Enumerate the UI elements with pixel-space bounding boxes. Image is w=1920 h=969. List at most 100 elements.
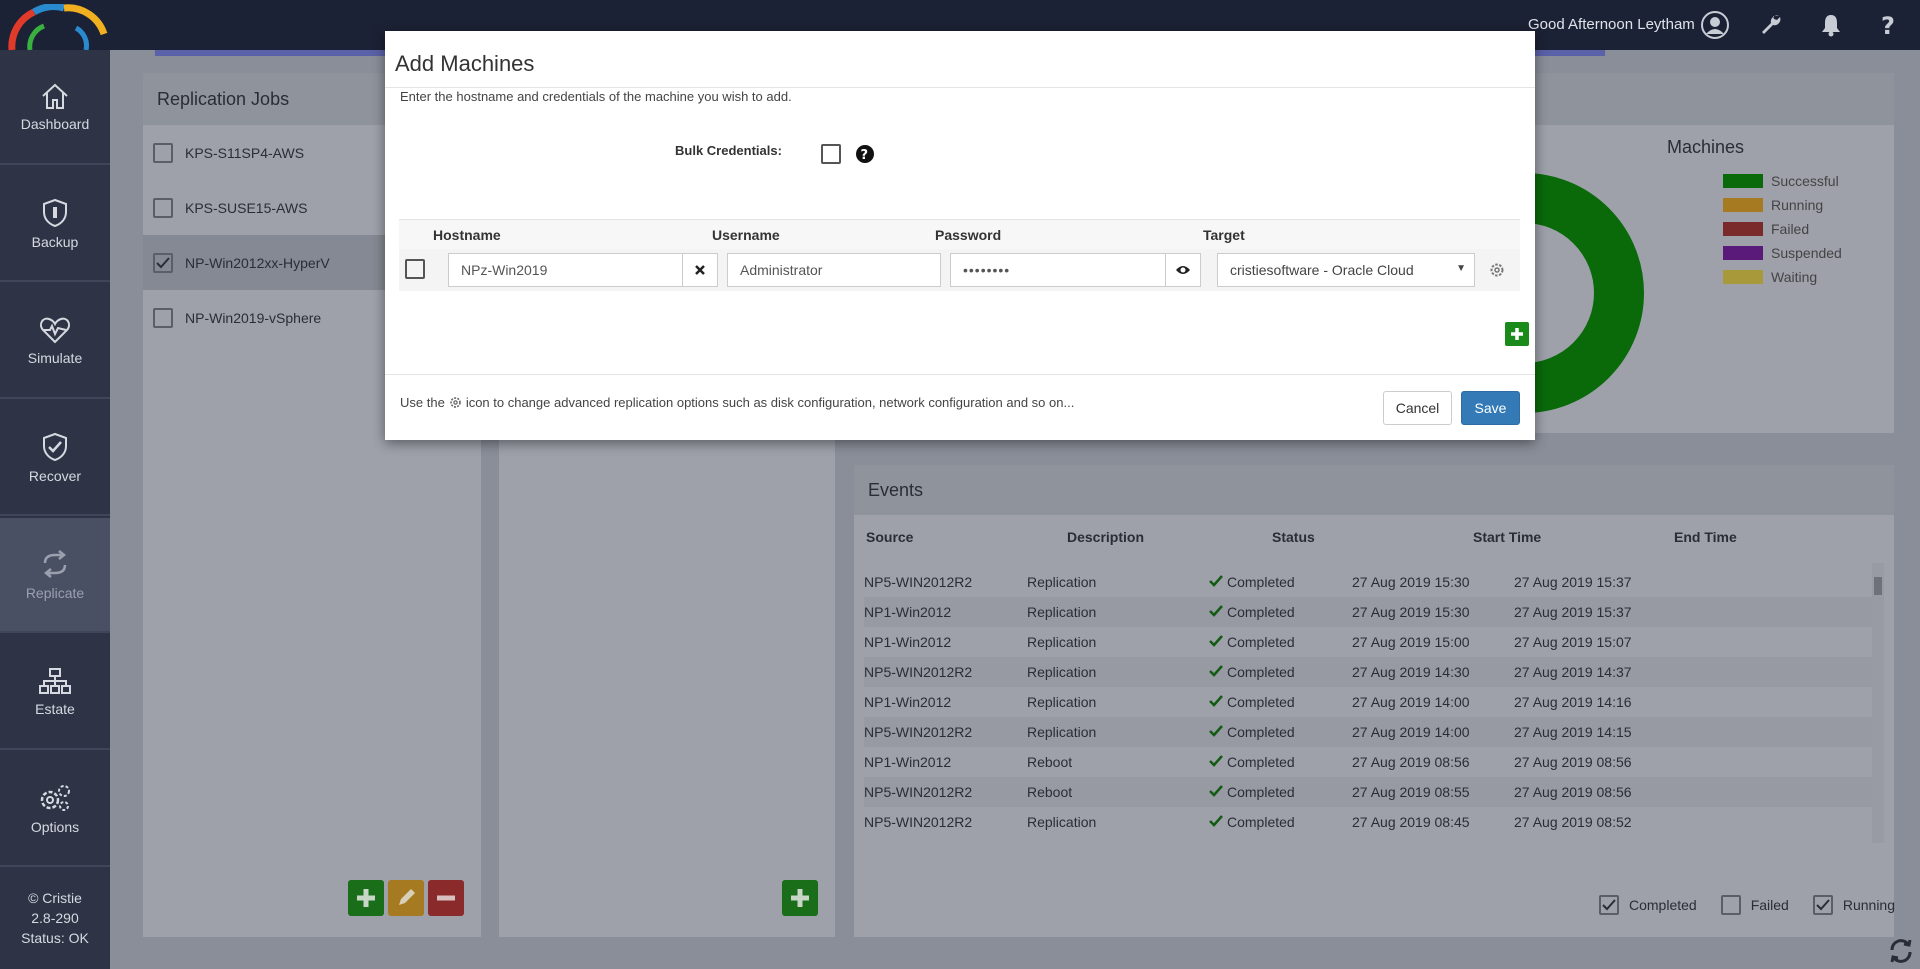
table-row[interactable]: NP1-Win2012 Replication Completed 27 Aug 20… xyxy=(864,627,1874,657)
column-header-description[interactable]: Description xyxy=(1067,529,1144,545)
check-icon xyxy=(1209,725,1223,737)
check-icon xyxy=(1816,899,1830,911)
check-icon xyxy=(1209,815,1223,827)
cell-status: Completed xyxy=(1209,814,1295,830)
password-input[interactable]: •••••••• xyxy=(950,253,1166,287)
table-row[interactable]: NP5-WIN2012R2 Replication Completed 27 Aug … xyxy=(864,657,1874,687)
column-header-end-time[interactable]: End Time xyxy=(1674,529,1737,545)
username-input[interactable]: Administrator xyxy=(727,253,941,287)
bulk-credentials-checkbox[interactable] xyxy=(821,144,841,164)
cell-source: NP5-WIN2012R2 xyxy=(864,574,973,590)
cell-status: Completed xyxy=(1209,634,1295,650)
column-header-source[interactable]: Source xyxy=(866,529,913,545)
status-text: Completed xyxy=(1227,784,1295,800)
legend-item-waiting: Waiting xyxy=(1723,267,1817,287)
cell-end: 27 Aug 2019 08:56 xyxy=(1514,754,1632,770)
hostname-input[interactable]: NPz-Win2019 xyxy=(448,253,683,287)
column-header-status[interactable]: Status xyxy=(1272,529,1315,545)
sidebar: Dashboard Backup Simulate Recover Replic… xyxy=(0,50,110,969)
job-checkbox[interactable] xyxy=(153,307,173,328)
sidebar-item-replicate[interactable]: Replicate xyxy=(0,518,110,633)
divider xyxy=(385,374,1535,375)
show-password-button[interactable] xyxy=(1165,253,1201,287)
column-header-start-time[interactable]: Start Time xyxy=(1473,529,1541,545)
job-checkbox[interactable] xyxy=(153,142,173,163)
add-machines-dialog: Add Machines Enter the hostname and cred… xyxy=(385,31,1535,440)
job-checkbox[interactable] xyxy=(153,197,173,218)
hierarchy-icon xyxy=(39,667,71,694)
save-button[interactable]: Save xyxy=(1461,391,1520,425)
check-icon xyxy=(1602,899,1616,911)
cell-description: Reboot xyxy=(1027,784,1073,800)
table-row[interactable]: NP5-WIN2012R2 Replication Completed 27 Aug … xyxy=(864,807,1874,837)
sidebar-item-recover[interactable]: Recover xyxy=(0,401,110,516)
shield-check-icon xyxy=(43,432,67,461)
cell-start: 27 Aug 2019 14:30 xyxy=(1352,664,1470,680)
table-row[interactable]: NP5-WIN2012R2 Reboot Completed 27 Aug 2019 … xyxy=(864,777,1874,807)
plus-icon xyxy=(357,889,375,907)
target-select[interactable]: cristiesoftware - Oracle Cloud ▼ xyxy=(1217,253,1475,287)
check-icon xyxy=(1209,785,1223,797)
events-title: Events xyxy=(868,480,924,500)
cell-end: 27 Aug 2019 15:37 xyxy=(1514,604,1632,620)
sidebar-item-backup[interactable]: Backup xyxy=(0,167,110,282)
cell-status: Completed xyxy=(1209,754,1295,770)
legend-swatch xyxy=(1723,222,1763,236)
job-checkbox[interactable] xyxy=(153,252,173,273)
legend-swatch xyxy=(1723,174,1763,188)
sidebar-item-simulate[interactable]: Simulate xyxy=(0,284,110,399)
sidebar-item-options[interactable]: Options xyxy=(0,752,110,867)
cell-start: 27 Aug 2019 15:30 xyxy=(1352,574,1470,590)
cell-source: NP5-WIN2012R2 xyxy=(864,814,973,830)
table-row[interactable]: NP1-Win2012 Replication Completed 27 Aug 20… xyxy=(864,687,1874,717)
filter-failed-label: Failed xyxy=(1750,897,1789,913)
table-row[interactable]: NP5-WIN2012R2 Replication Completed 27 Aug … xyxy=(864,567,1874,597)
add-machine-button[interactable] xyxy=(782,880,818,916)
bell-icon[interactable] xyxy=(1816,10,1846,40)
dialog-footer-hint: Use the icon to change advanced replicat… xyxy=(400,395,1075,410)
user-avatar-icon[interactable] xyxy=(1700,10,1730,40)
question-circle-icon[interactable]: ? xyxy=(855,144,875,164)
add-job-button[interactable] xyxy=(348,880,384,916)
cell-description: Replication xyxy=(1027,604,1097,620)
clear-hostname-button[interactable] xyxy=(682,253,718,287)
cell-end: 27 Aug 2019 14:15 xyxy=(1514,724,1632,740)
machines-chart-title: Machines xyxy=(1667,137,1745,157)
caret-down-icon: ▼ xyxy=(1456,263,1466,274)
cancel-button[interactable]: Cancel xyxy=(1383,391,1452,425)
filter-failed-checkbox[interactable] xyxy=(1720,895,1741,915)
status-text: Completed xyxy=(1227,604,1295,620)
table-row[interactable]: NP1-Win2012 Replication Completed 27 Aug 20… xyxy=(864,597,1874,627)
refresh-icon[interactable] xyxy=(1886,936,1916,966)
row-select-checkbox[interactable] xyxy=(405,259,425,279)
sidebar-item-estate[interactable]: Estate xyxy=(0,635,110,750)
filter-running-label: Running xyxy=(1842,897,1895,913)
add-row-button[interactable] xyxy=(1505,322,1529,346)
cell-status: Completed xyxy=(1209,724,1295,740)
cell-source: NP5-WIN2012R2 xyxy=(864,724,973,740)
cell-start: 27 Aug 2019 15:30 xyxy=(1352,604,1470,620)
cell-description: Replication xyxy=(1027,664,1097,680)
scrollbar-thumb[interactable] xyxy=(1874,577,1882,595)
gear-icon[interactable] xyxy=(1489,262,1505,278)
filter-running-checkbox[interactable] xyxy=(1812,895,1833,915)
cell-start: 27 Aug 2019 08:55 xyxy=(1352,784,1470,800)
svg-text:?: ? xyxy=(1881,12,1895,38)
table-row[interactable]: NP5-WIN2012R2 Replication Completed 27 Aug … xyxy=(864,717,1874,747)
heartbeat-icon xyxy=(39,317,71,343)
cell-end: 27 Aug 2019 08:52 xyxy=(1514,814,1632,830)
legend-item-successful: Successful xyxy=(1723,171,1839,191)
edit-job-button[interactable] xyxy=(388,880,424,916)
sidebar-item-dashboard[interactable]: Dashboard xyxy=(0,50,110,165)
delete-job-button[interactable] xyxy=(428,880,464,916)
wrench-icon[interactable] xyxy=(1756,10,1786,40)
check-icon xyxy=(1209,755,1223,767)
filter-completed-checkbox[interactable] xyxy=(1599,895,1619,915)
gear-icon xyxy=(450,397,461,408)
help-icon[interactable]: ? xyxy=(1874,10,1904,40)
table-row[interactable]: NP1-Win2012 Reboot Completed 27 Aug 2019 08… xyxy=(864,747,1874,777)
cell-status: Completed xyxy=(1209,694,1295,710)
panel-title: Replication Jobs xyxy=(157,89,290,109)
events-scrollbar[interactable] xyxy=(1872,563,1884,843)
status-text: Completed xyxy=(1227,694,1295,710)
